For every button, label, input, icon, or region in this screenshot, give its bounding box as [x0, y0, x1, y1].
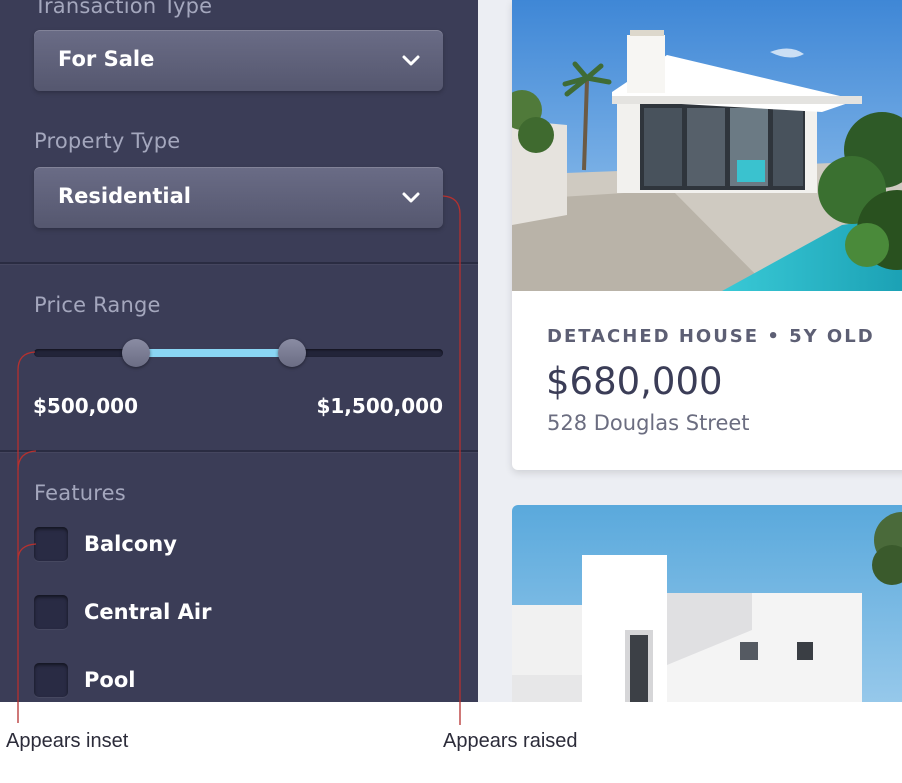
listing-photo: [512, 0, 902, 291]
pool-label[interactable]: Pool: [84, 668, 135, 692]
chevron-down-icon: [402, 55, 420, 66]
price-min-value: $500,000: [33, 394, 139, 418]
price-min-handle[interactable]: [122, 339, 151, 367]
listing-photo: [512, 505, 902, 702]
price-max-value: $1,500,000: [316, 394, 443, 418]
pool-checkbox[interactable]: [34, 663, 68, 697]
transaction-type-select[interactable]: For Sale: [34, 30, 443, 91]
listing-card[interactable]: DETACHED HOUSE • 5Y OLD $680,000 528 Dou…: [512, 0, 902, 470]
listing-meta: DETACHED HOUSE • 5Y OLD: [547, 326, 875, 347]
screenshot-stage: Transaction Type For Sale Property Type …: [0, 0, 902, 702]
listing-card[interactable]: [512, 505, 902, 702]
central-air-label[interactable]: Central Air: [84, 600, 212, 624]
transaction-type-value: For Sale: [58, 47, 155, 71]
filter-sidebar: Transaction Type For Sale Property Type …: [0, 0, 478, 702]
features-label: Features: [34, 481, 126, 505]
section-divider: [0, 262, 478, 264]
chevron-down-icon: [402, 192, 420, 203]
property-type-value: Residential: [58, 184, 191, 208]
property-type-select[interactable]: Residential: [34, 167, 443, 228]
listing-address: 528 Douglas Street: [547, 411, 750, 435]
inset-annotation: Appears inset: [6, 730, 129, 752]
listing-price: $680,000: [546, 360, 723, 403]
central-air-checkbox[interactable]: [34, 595, 68, 629]
raised-annotation: Appears raised: [443, 730, 578, 752]
section-divider: [0, 450, 478, 452]
property-type-label: Property Type: [34, 129, 181, 153]
price-range-label: Price Range: [34, 293, 161, 317]
balcony-checkbox[interactable]: [34, 527, 68, 561]
transaction-type-label: Transaction Type: [34, 0, 213, 18]
price-range-fill: [136, 349, 292, 357]
balcony-label[interactable]: Balcony: [84, 532, 177, 556]
price-max-handle[interactable]: [277, 339, 306, 367]
